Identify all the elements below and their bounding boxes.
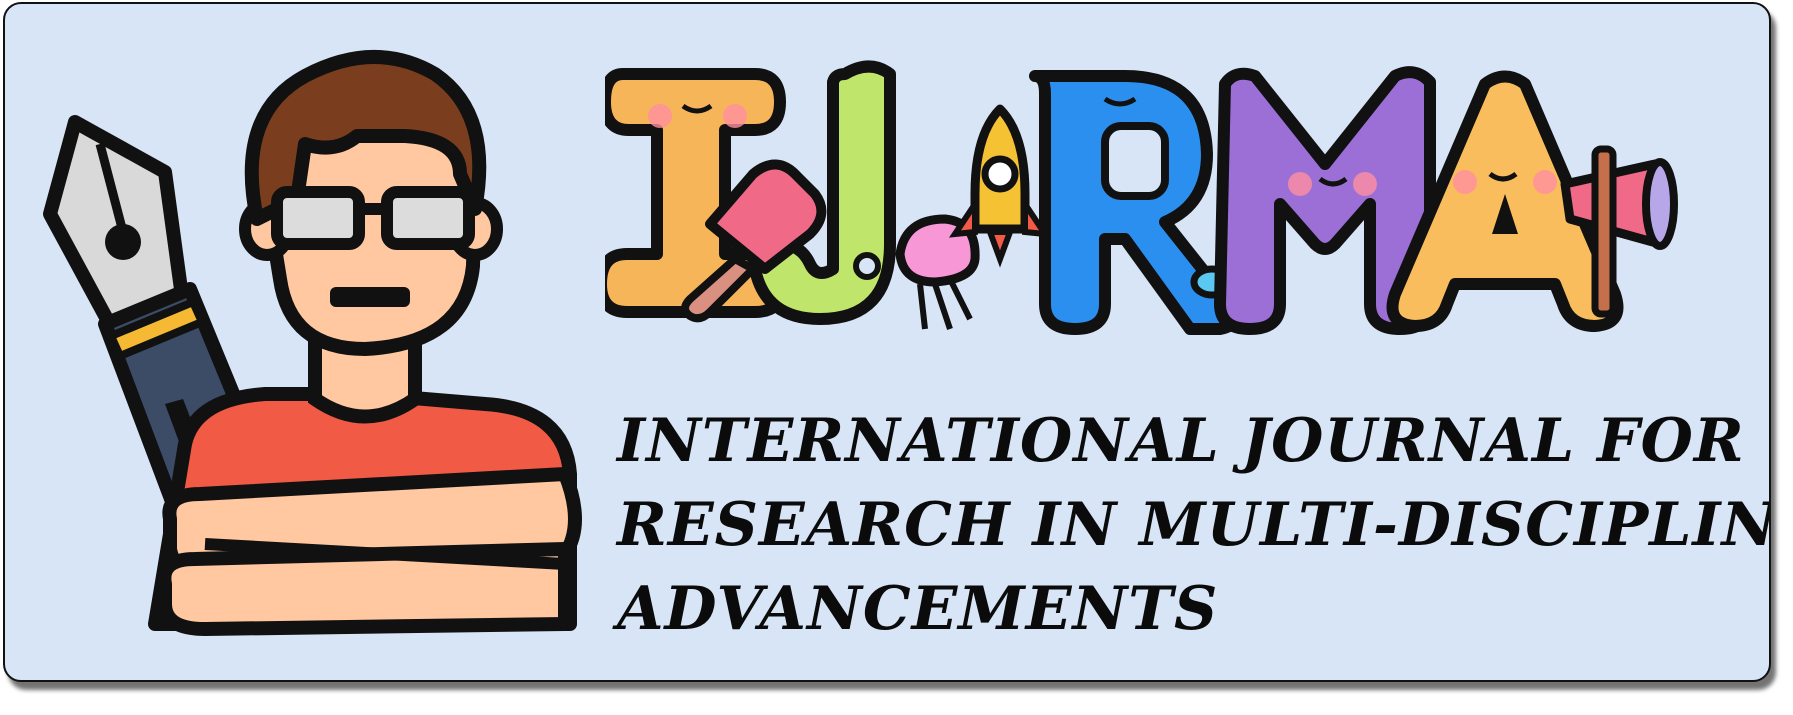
ijrma-logo [605, 60, 1678, 335]
tagline-line-2: Research in Multi-Disciplinary [617, 490, 1771, 560]
journal-full-name: International Journal for Research in Mu… [617, 399, 1771, 651]
tagline-line-1: International Journal for [617, 406, 1745, 476]
writer-with-pen-illustration [43, 50, 582, 636]
tagline-line-3: Advancements [617, 574, 1219, 644]
journal-banner: International Journal for Research in Mu… [3, 2, 1771, 682]
